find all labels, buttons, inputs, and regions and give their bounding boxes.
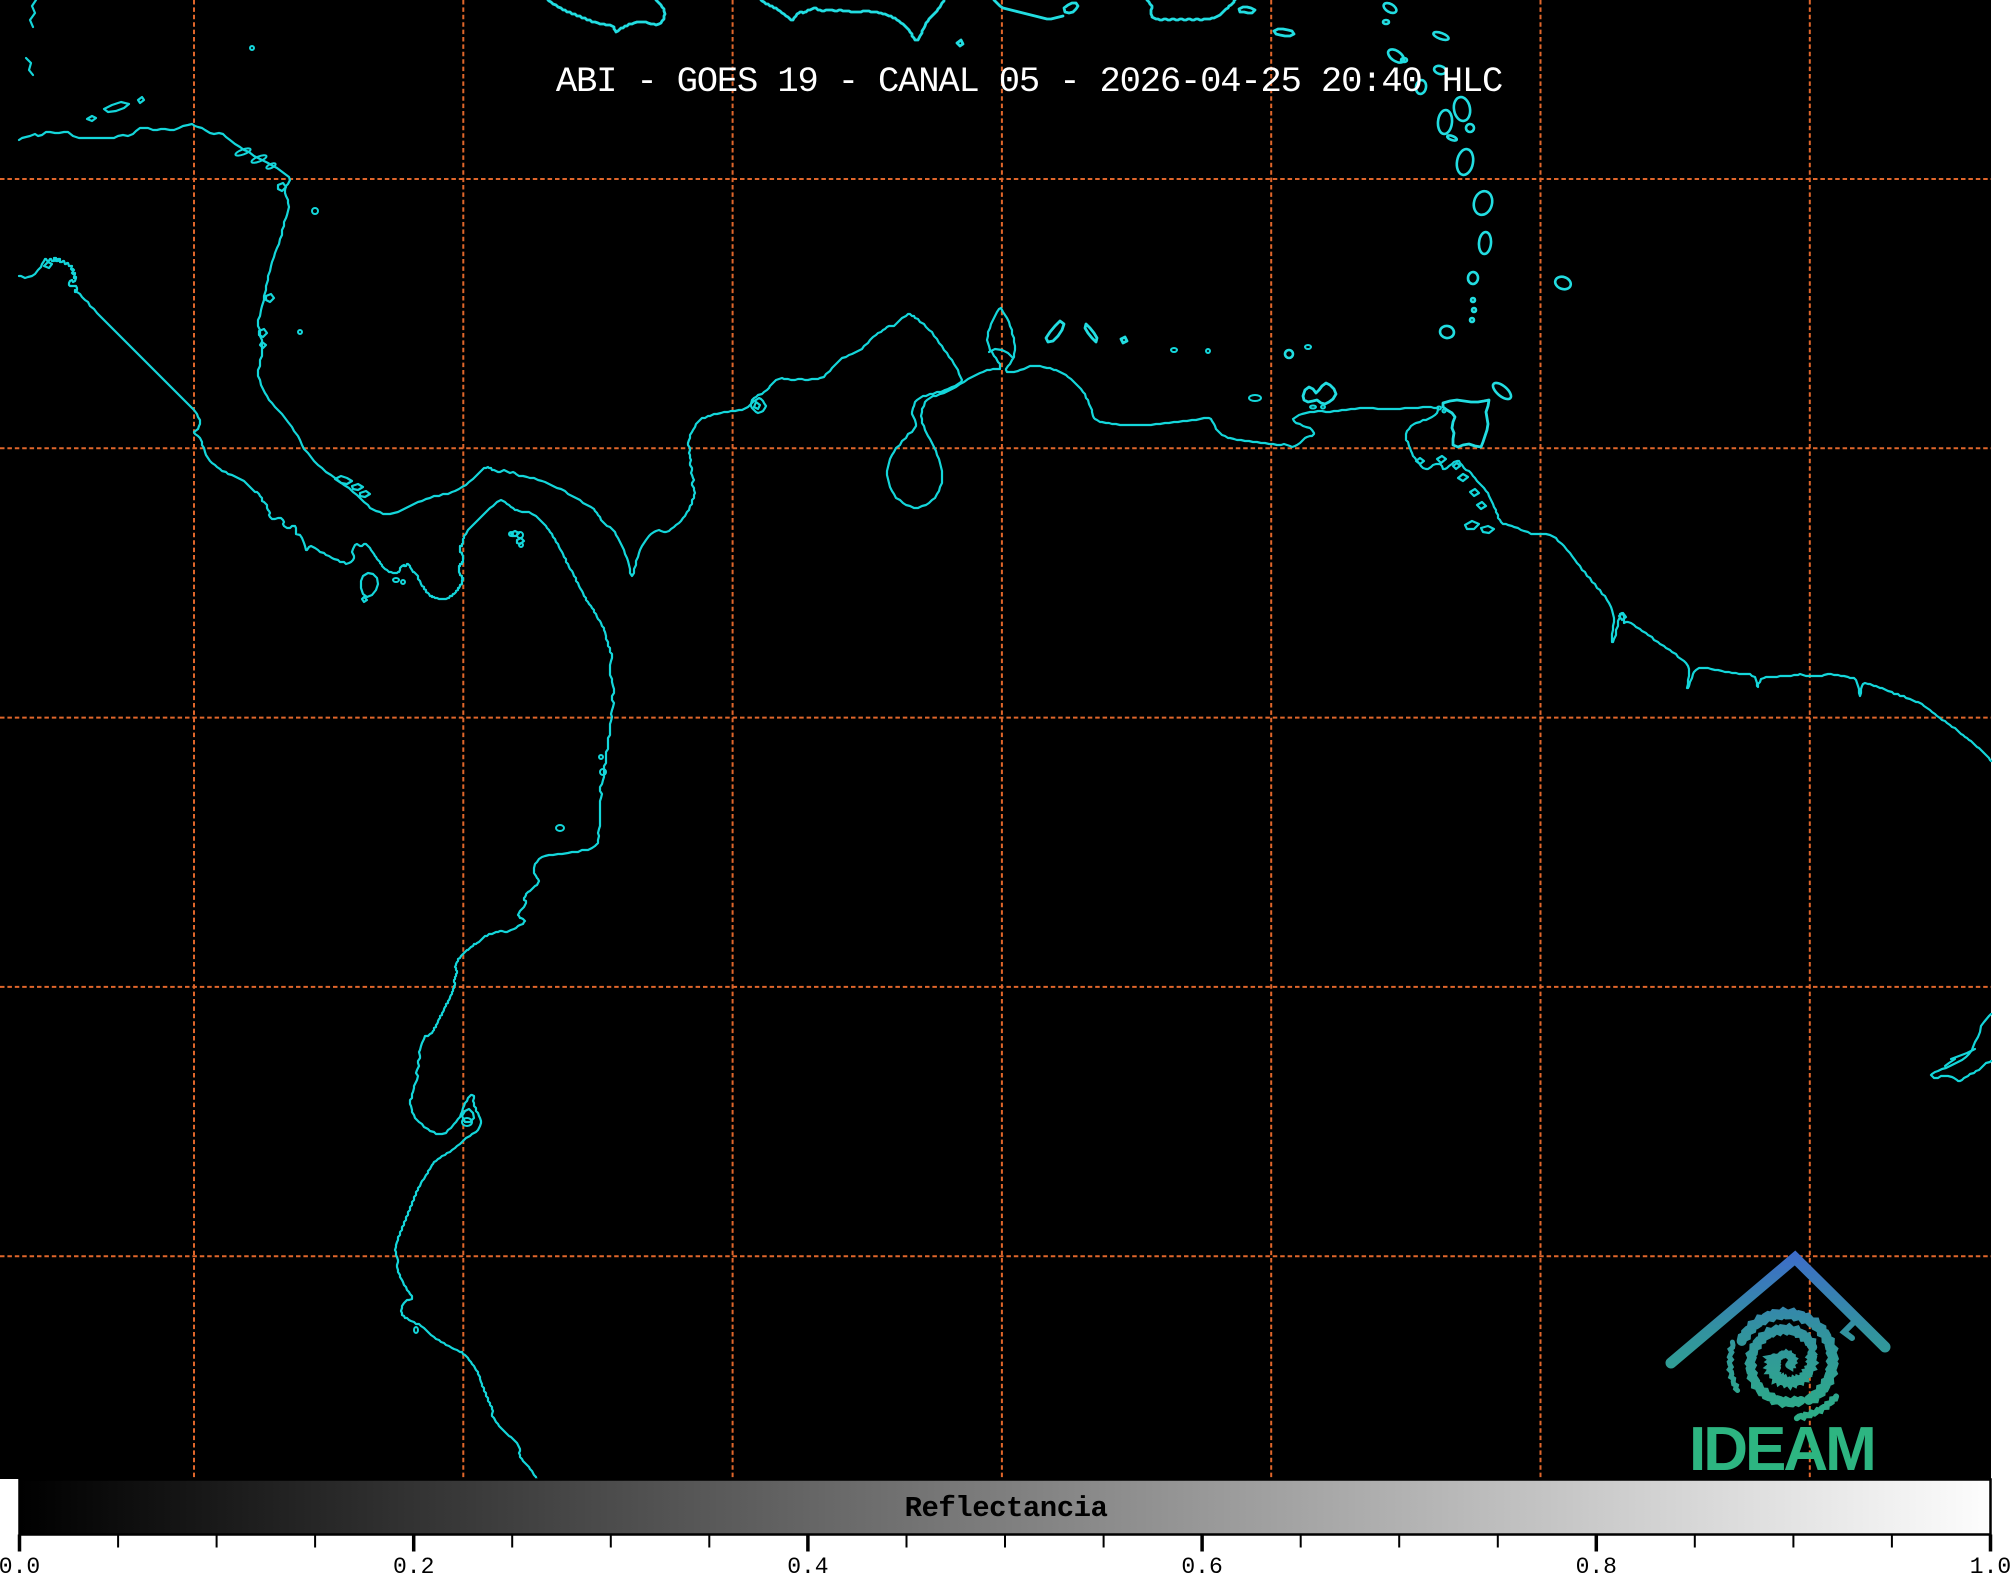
svg-text:0.2: 0.2 — [393, 1554, 434, 1577]
svg-text:0.0: 0.0 — [0, 1554, 40, 1577]
svg-text:IDEAM: IDEAM — [1689, 1415, 1874, 1484]
svg-text:0.8: 0.8 — [1576, 1554, 1617, 1577]
svg-text:1.0: 1.0 — [1970, 1554, 2011, 1577]
svg-text:0.4: 0.4 — [787, 1554, 828, 1577]
svg-text:Reflectancia: Reflectancia — [905, 1492, 1108, 1525]
svg-text:0.6: 0.6 — [1181, 1554, 1222, 1577]
svg-text:ABI - GOES 19 - CANAL 05 - 202: ABI - GOES 19 - CANAL 05 - 2026-04-25 20… — [556, 61, 1502, 102]
